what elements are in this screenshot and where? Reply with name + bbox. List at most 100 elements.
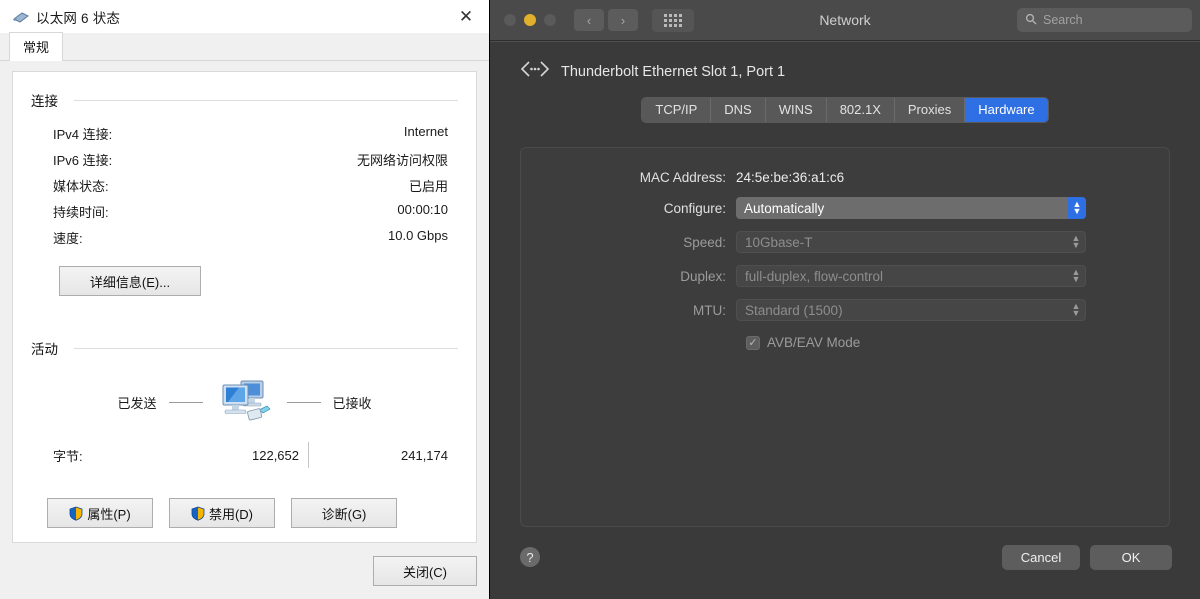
legend-divider — [74, 347, 458, 349]
configure-label: Configure: — [663, 200, 726, 216]
action-button-group: 属性(P) 禁用(D) 诊断(G) — [47, 498, 397, 528]
chevron-updown-icon[interactable]: ▲ ▼ — [1068, 197, 1086, 219]
chevron-updown-icon: ▲ ▼ — [1071, 233, 1081, 250]
detail-row: 速度: 10.0 Gbps — [53, 224, 448, 250]
speed-row: Speed: 10Gbase-T ▲ ▼ — [521, 231, 1169, 253]
disable-button-label: 禁用(D) — [208, 506, 254, 522]
activity-legend-label: 活动 — [31, 342, 58, 357]
search-placeholder: Search — [1043, 13, 1083, 27]
detail-row: IPv4 连接: Internet — [53, 120, 448, 146]
connection-legend: 连接 — [31, 90, 458, 110]
help-question-icon[interactable]: ? — [520, 547, 540, 567]
ok-button[interactable]: OK — [1090, 545, 1172, 570]
sent-link-line — [168, 401, 203, 403]
tab-proxies[interactable]: Proxies — [894, 98, 966, 122]
chevron-updown-icon: ▲ ▼ — [1071, 267, 1081, 284]
configure-select[interactable]: Automatically ▲ ▼ — [736, 197, 1086, 219]
duplex-select: full-duplex, flow-control ▲ ▼ — [736, 265, 1086, 287]
mac-footer: ? Cancel OK — [490, 535, 1200, 599]
mac-address-row: MAC Address: 24:5e:be:36:a1:c6 — [521, 170, 1169, 185]
traffic-lights — [504, 14, 556, 26]
uac-shield-icon — [69, 506, 83, 521]
detail-value: 10.0 Gbps — [388, 227, 448, 243]
bytes-sent-value: 122,652 — [252, 447, 299, 463]
close-button[interactable]: 关闭(C) — [373, 556, 477, 586]
properties-button[interactable]: 属性(P) — [47, 498, 153, 528]
detail-value: 00:00:10 — [397, 201, 448, 217]
avb-mode-row: ✓ AVB/EAV Mode — [521, 335, 1169, 350]
duplex-select-value: full-duplex, flow-control — [745, 268, 884, 284]
sent-label: 已发送 — [117, 395, 157, 411]
detail-row: 媒体状态: 已启用 — [53, 172, 448, 198]
nav-button-group: ‹ › — [574, 9, 638, 31]
search-input[interactable]: Search — [1017, 8, 1192, 32]
minimize-button[interactable] — [524, 14, 536, 26]
interface-header: Thunderbolt Ethernet Slot 1, Port 1 — [490, 42, 1200, 83]
footer-button-group: Cancel OK — [1002, 545, 1172, 570]
tab-dns[interactable]: DNS — [711, 98, 766, 122]
mtu-select: Standard (1500) ▲ ▼ — [736, 299, 1086, 321]
detail-key: IPv4 连接: — [53, 126, 113, 142]
chevron-right-icon[interactable]: › — [608, 9, 638, 31]
detail-key: IPv6 连接: — [53, 152, 113, 168]
cancel-button[interactable]: Cancel — [1002, 545, 1080, 570]
speed-label: Speed: — [683, 234, 726, 250]
details-button[interactable]: 详细信息(E)... — [59, 266, 201, 296]
duplex-label: Duplex: — [680, 268, 726, 284]
tab-wins[interactable]: WINS — [765, 98, 827, 122]
tab-8021x[interactable]: 802.1X — [826, 98, 895, 122]
mtu-row: MTU: Standard (1500) ▲ ▼ — [521, 299, 1169, 321]
legend-divider — [74, 99, 458, 101]
detail-row: IPv6 连接: 无网络访问权限 — [53, 146, 448, 172]
avb-mode-checkbox: ✓ — [746, 335, 760, 350]
close-icon[interactable] — [443, 0, 489, 33]
activity-graphic: 已发送 已接收 — [13, 376, 476, 428]
received-label: 已接收 — [332, 395, 372, 411]
mtu-select-value: Standard (1500) — [745, 302, 843, 318]
avb-mode-label: AVB/EAV Mode — [767, 335, 861, 350]
diagnose-button[interactable]: 诊断(G) — [291, 498, 397, 528]
detail-value: 无网络访问权限 — [356, 152, 448, 168]
tab-tcpip[interactable]: TCP/IP — [642, 98, 712, 122]
network-adapter-icon — [12, 9, 30, 25]
tab-segment-group: TCP/IP DNS WINS 802.1X Proxies Hardware — [641, 97, 1049, 123]
hardware-settings-panel: MAC Address: 24:5e:be:36:a1:c6 Configure… — [520, 147, 1170, 527]
bytes-row: 字节: 122,652 241,174 — [53, 442, 448, 468]
tab-hardware[interactable]: Hardware — [965, 98, 1048, 122]
close-button[interactable] — [504, 14, 516, 26]
connection-legend-label: 连接 — [31, 94, 58, 109]
mac-content: Thunderbolt Ethernet Slot 1, Port 1 TCP/… — [490, 41, 1200, 599]
received-link-line — [286, 401, 321, 403]
disable-button[interactable]: 禁用(D) — [169, 498, 275, 528]
thunderbolt-ethernet-icon — [520, 60, 550, 83]
detail-key: 持续时间: — [53, 204, 109, 220]
mac-address-value: 24:5e:be:36:a1:c6 — [736, 170, 845, 185]
search-icon — [1025, 13, 1037, 28]
dialog-titlebar: 以太网 6 状态 — [0, 0, 489, 33]
mac-address-label: MAC Address: — [639, 170, 726, 185]
bytes-divider — [308, 442, 309, 468]
mtu-label: MTU: — [693, 302, 726, 318]
bytes-label: 字节: — [53, 448, 83, 464]
detail-value: Internet — [403, 123, 448, 139]
detail-value: 已启用 — [408, 178, 448, 194]
uac-shield-icon — [191, 506, 205, 521]
chevron-left-icon[interactable]: ‹ — [574, 9, 604, 31]
screen-root: 以太网 6 状态 常规 连接 IPv4 连接: Internet IPv6 连接… — [0, 0, 1200, 599]
speed-select: 10Gbase-T ▲ ▼ — [736, 231, 1086, 253]
computers-network-cable-icon — [215, 376, 275, 428]
detail-key: 速度: — [53, 230, 83, 246]
configure-row: Configure: Automatically ▲ ▼ — [521, 197, 1169, 219]
show-all-grid-icon[interactable] — [652, 8, 694, 32]
ethernet-status-dialog: 以太网 6 状态 常规 连接 IPv4 连接: Internet IPv6 连接… — [0, 0, 490, 599]
configure-select-value: Automatically — [744, 200, 825, 216]
dialog-tabstrip: 常规 — [0, 32, 489, 61]
tab-general[interactable]: 常规 — [9, 32, 64, 61]
speed-select-value: 10Gbase-T — [745, 234, 813, 250]
connection-details-list: IPv4 连接: Internet IPv6 连接: 无网络访问权限 媒体状态:… — [53, 120, 448, 250]
chevron-updown-icon: ▲ ▼ — [1071, 301, 1081, 318]
activity-legend: 活动 — [31, 338, 458, 358]
detail-row: 持续时间: 00:00:10 — [53, 198, 448, 224]
zoom-button[interactable] — [544, 14, 556, 26]
properties-button-label: 属性(P) — [87, 506, 131, 522]
